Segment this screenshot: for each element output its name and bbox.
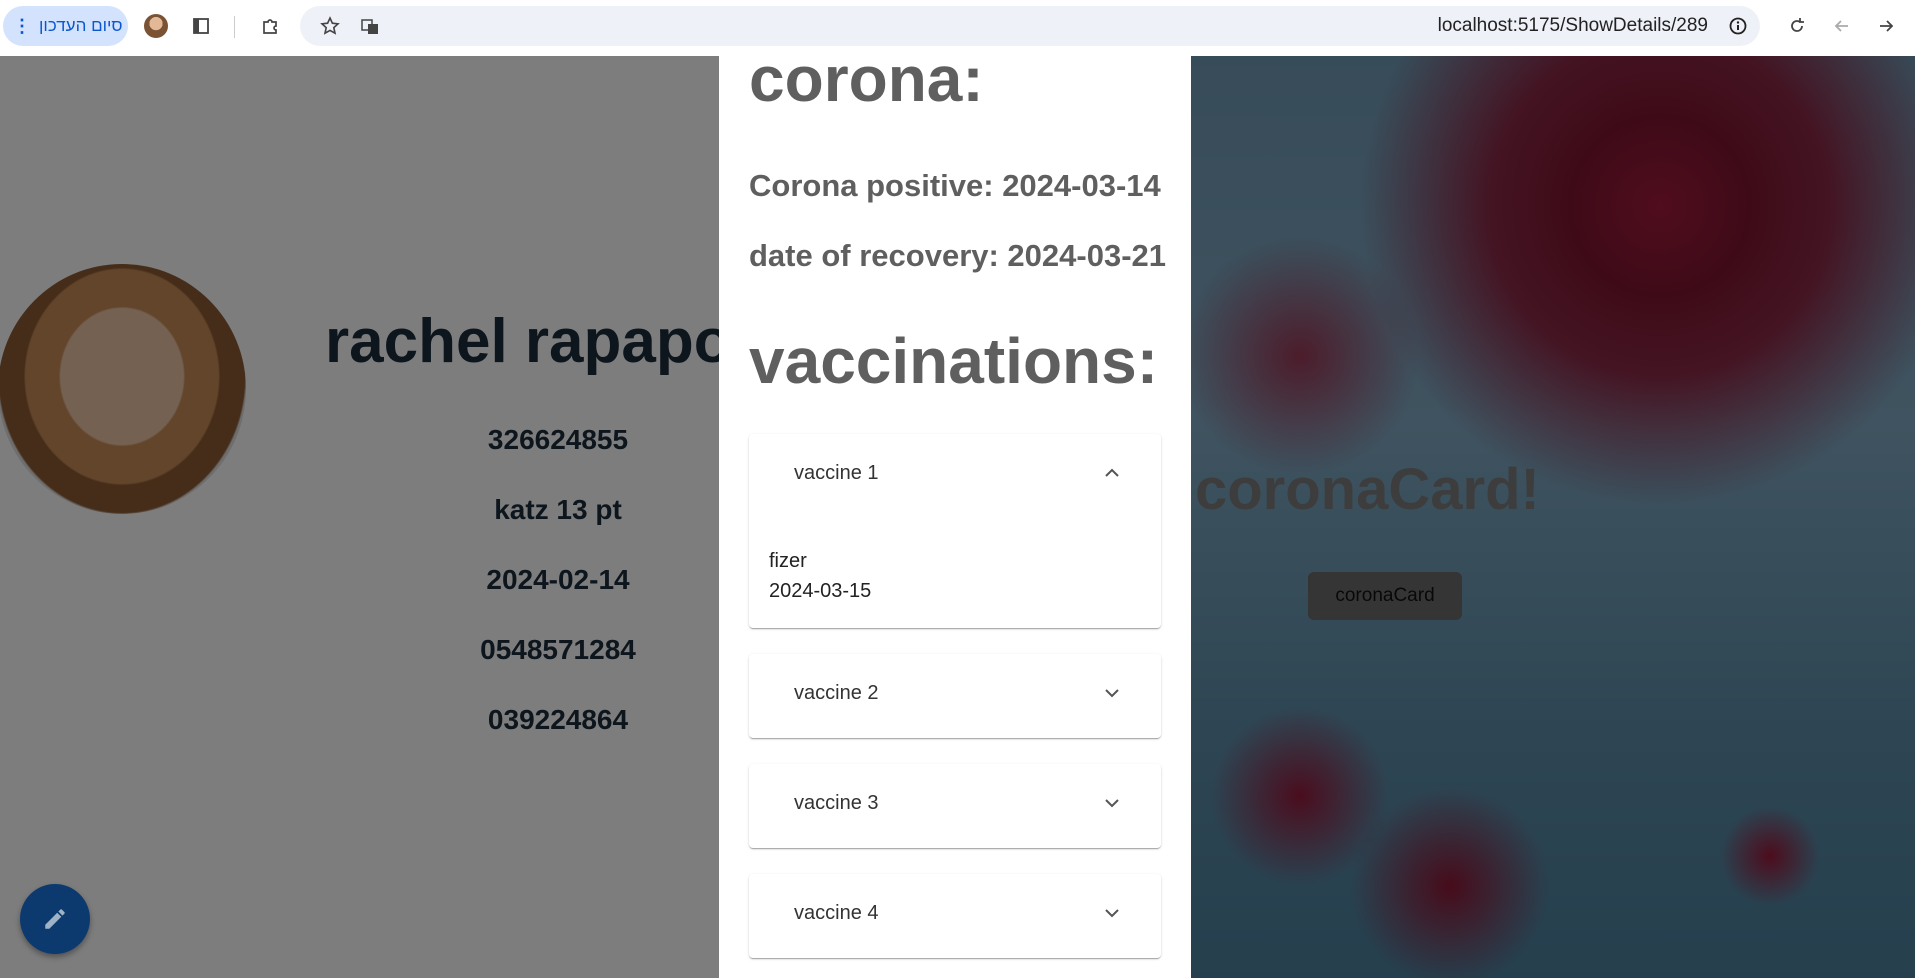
reload-icon [1791,18,1804,32]
translate-icon [361,19,378,34]
accordion-title: vaccine 4 [794,902,879,924]
profile-avatar-icon [144,14,168,38]
corona-positive-date: Corona positive: 2024-03-14 [749,168,1161,203]
side-panel-button[interactable] [183,8,219,44]
puzzle-icon [263,19,277,34]
chevron-down-icon [1105,799,1119,808]
vaccine-accordion-1: vaccine 1 fizer 2024-03-15 [749,434,1161,628]
translate-button[interactable] [352,8,388,44]
page: rachel rapaport 326624855 katz 13 pt 202… [0,56,1915,978]
arrow-left-icon [1834,20,1848,32]
update-label: סיום העדכון [39,16,123,35]
corona-heading: corona: [749,56,984,115]
more-vert-icon: ⋮ [13,15,31,36]
recovery-date: date of recovery: 2024-03-21 [749,238,1167,273]
chevron-down-icon [1105,689,1119,698]
accordion-title: vaccine 2 [794,682,879,704]
reload-button[interactable] [1779,8,1815,44]
site-info-button[interactable] [1720,8,1756,44]
accordion-header[interactable]: vaccine 1 [749,434,1161,510]
vaccinations-heading: vaccinations: [749,325,1159,397]
side-panel-icon [193,18,209,34]
accordion-title: vaccine 1 [794,462,879,484]
bookmark-star-button[interactable] [312,8,348,44]
address-bar[interactable]: localhost:5175/ShowDetails/289 [300,6,1760,46]
vaccine-accordion-4[interactable]: vaccine 4 [749,874,1161,958]
toolbar-divider [234,16,235,38]
vaccine-accordion-3[interactable]: vaccine 3 [749,764,1161,848]
edit-fab[interactable] [20,884,90,954]
profile-avatar-button[interactable] [138,8,174,44]
vaccine-manufacturer: fizer [769,550,807,572]
update-button[interactable]: ⋮ סיום העדכון [3,6,128,46]
arrow-right-icon [1880,20,1894,32]
vaccine-date: 2024-03-15 [769,580,872,602]
forward-button[interactable] [1868,8,1904,44]
browser-toolbar: ⋮ סיום העדכון localhost:5175/ShowDetails… [0,0,1915,55]
details-drawer: corona: Corona positive: 2024-03-14 date… [719,56,1191,978]
chevron-up-icon [1105,468,1119,477]
chevron-down-icon [1105,909,1119,918]
accordion-details: fizer 2024-03-15 [769,546,871,606]
star-icon [320,16,340,35]
info-icon [1729,17,1747,35]
back-button[interactable] [1824,8,1860,44]
pencil-icon [45,909,65,929]
url-text[interactable]: localhost:5175/ShowDetails/289 [1438,15,1708,37]
accordion-title: vaccine 3 [794,792,879,814]
extensions-button[interactable] [252,8,288,44]
vaccine-accordion-2[interactable]: vaccine 2 [749,654,1161,738]
